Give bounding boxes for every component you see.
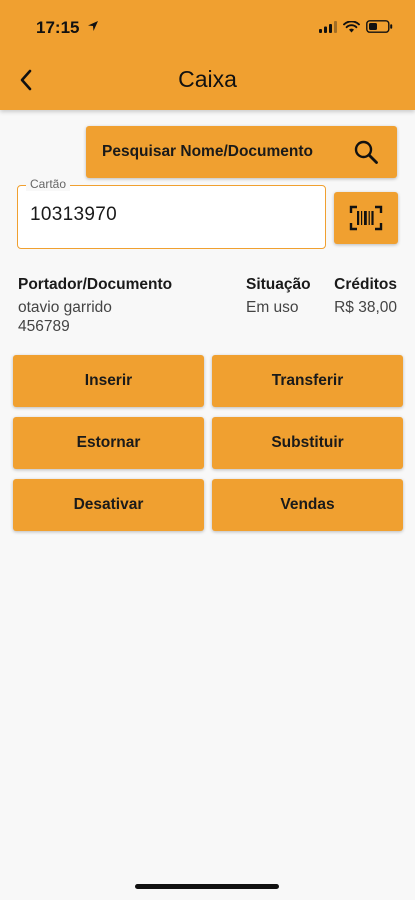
- status-icons: [319, 20, 393, 33]
- signal-icon: [319, 20, 337, 33]
- home-indicator[interactable]: [135, 884, 279, 889]
- holder-info: Portador/Documento otavio garrido 456789: [18, 276, 172, 336]
- search-name-document-button[interactable]: Pesquisar Nome/Documento: [86, 126, 397, 178]
- situation-info: Situação Em uso: [246, 276, 311, 317]
- holder-document: 456789: [18, 318, 70, 335]
- situation-value: Em uso: [246, 299, 299, 316]
- battery-icon: [366, 20, 393, 33]
- credits-info: Créditos R$ 38,00: [334, 276, 397, 317]
- insert-button[interactable]: Inserir: [13, 355, 204, 407]
- holder-name: otavio garrido: [18, 299, 112, 316]
- barcode-scan-icon: [349, 205, 383, 231]
- replace-button[interactable]: Substituir: [212, 417, 403, 469]
- card-field-label: Cartão: [26, 177, 71, 191]
- status-time: 17:15: [36, 18, 80, 37]
- search-icon: [354, 140, 378, 164]
- card-number-value[interactable]: 10313970: [30, 204, 117, 226]
- barcode-scan-button[interactable]: [334, 192, 398, 244]
- search-button-label: Pesquisar Nome/Documento: [102, 143, 314, 160]
- location-arrow-icon: [88, 21, 98, 31]
- transfer-button[interactable]: Transferir: [212, 355, 403, 407]
- page-title: Caixa: [178, 66, 237, 92]
- credits-header: Créditos: [334, 276, 397, 293]
- credits-value: R$ 38,00: [334, 299, 397, 316]
- reverse-button[interactable]: Estornar: [13, 417, 204, 469]
- holder-header: Portador/Documento: [18, 276, 173, 293]
- situation-header: Situação: [246, 276, 311, 293]
- app-bar: 17:15 Caixa: [0, 0, 415, 110]
- sales-button[interactable]: Vendas: [212, 479, 403, 531]
- deactivate-button[interactable]: Desativar: [13, 479, 204, 531]
- wifi-icon: [343, 20, 360, 32]
